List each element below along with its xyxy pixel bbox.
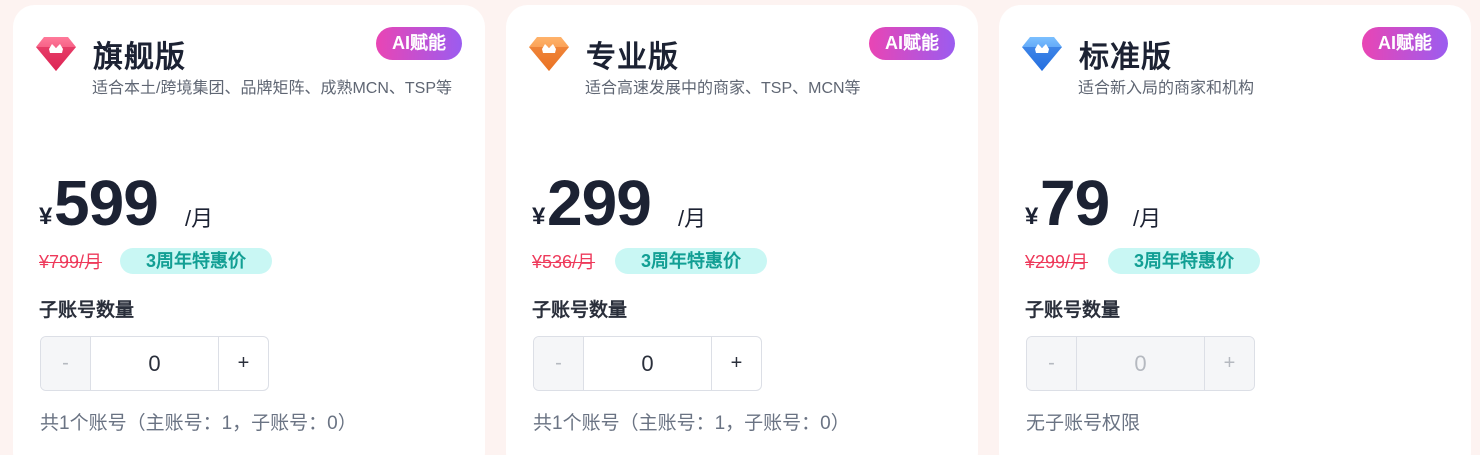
price-amount: 299 (547, 167, 652, 239)
plan-description: 适合新入局的商家和机构 (1078, 80, 1255, 97)
decrement-button[interactable]: - (1027, 337, 1077, 390)
increment-button[interactable]: + (1204, 337, 1254, 390)
account-summary: 共1个账号（主账号：1，子账号：0） (533, 413, 850, 434)
promo-tag: 3周年特惠价 (1108, 248, 1260, 274)
sub-account-stepper: - + (40, 336, 269, 391)
promo-tag: 3周年特惠价 (615, 248, 767, 274)
original-price: ¥536/月 (532, 252, 596, 272)
currency-symbol: ¥ (532, 203, 546, 230)
price-amount: 599 (54, 167, 159, 239)
plan-description: 适合本土/跨境集团、品牌矩阵、成熟MCN、TSP等 (92, 80, 453, 97)
sub-account-stepper: - + (1026, 336, 1255, 391)
price-unit: /月 (1133, 206, 1162, 231)
plan-card-flagship: 旗舰版 AI赋能 适合本土/跨境集团、品牌矩阵、成熟MCN、TSP等 ¥ 599… (13, 5, 485, 455)
diamond-crown-icon (36, 37, 76, 71)
currency-symbol: ¥ (1025, 203, 1039, 230)
ai-badge: AI赋能 (869, 27, 955, 60)
sub-account-quantity-input[interactable] (584, 337, 711, 390)
plan-description: 适合高速发展中的商家、TSP、MCN等 (585, 80, 861, 97)
price-unit: /月 (678, 206, 707, 231)
sub-account-quantity-input[interactable] (1077, 337, 1204, 390)
sub-account-quantity-input[interactable] (91, 337, 218, 390)
ai-badge: AI赋能 (376, 27, 462, 60)
promo-tag: 3周年特惠价 (120, 248, 272, 274)
increment-button[interactable]: + (711, 337, 761, 390)
decrement-button[interactable]: - (41, 337, 91, 390)
original-price: ¥299/月 (1025, 252, 1089, 272)
increment-button[interactable]: + (218, 337, 268, 390)
diamond-crown-icon (529, 37, 569, 71)
plan-name: 标准版 (1079, 41, 1172, 74)
plan-card-professional: 专业版 AI赋能 适合高速发展中的商家、TSP、MCN等 ¥ 299 /月 ¥5… (506, 5, 978, 455)
sub-account-stepper: - + (533, 336, 762, 391)
price-unit: /月 (185, 206, 214, 231)
diamond-crown-icon (1022, 37, 1062, 71)
account-summary: 无子账号权限 (1026, 413, 1141, 434)
pricing-cards: 旗舰版 AI赋能 适合本土/跨境集团、品牌矩阵、成熟MCN、TSP等 ¥ 599… (0, 0, 1480, 455)
currency-symbol: ¥ (39, 203, 53, 230)
sub-account-label: 子账号数量 (1025, 300, 1121, 321)
plan-name: 专业版 (586, 41, 679, 74)
price-amount: 79 (1040, 167, 1110, 239)
account-summary: 共1个账号（主账号：1，子账号：0） (40, 413, 357, 434)
plan-name: 旗舰版 (93, 41, 186, 74)
sub-account-label: 子账号数量 (39, 300, 135, 321)
ai-badge: AI赋能 (1362, 27, 1448, 60)
original-price: ¥799/月 (39, 252, 103, 272)
plan-card-standard: 标准版 AI赋能 适合新入局的商家和机构 ¥ 79 /月 ¥299/月 3周年特… (999, 5, 1471, 455)
decrement-button[interactable]: - (534, 337, 584, 390)
sub-account-label: 子账号数量 (532, 300, 628, 321)
